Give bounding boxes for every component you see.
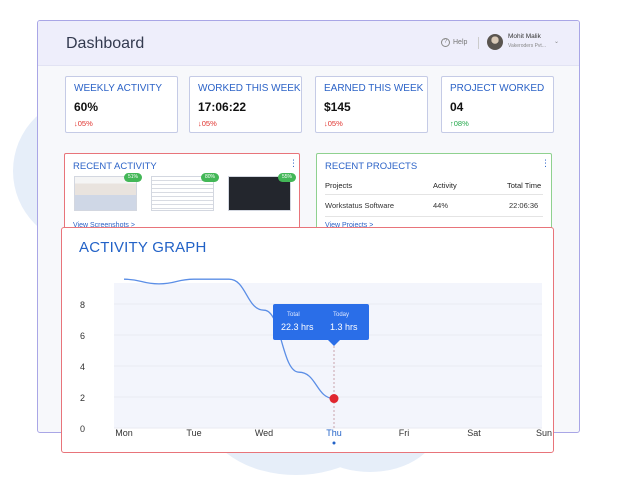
tooltip-total-label: Total [287,312,300,318]
highlight-point-marker [329,394,339,404]
stat-value: 60% [74,100,99,114]
x-tick-label: Thu [326,428,342,438]
tooltip-total-value: 22.3 hrs [281,322,314,332]
stat-delta-value: 08% [453,119,469,128]
table-cell-activity: 44% [433,201,449,210]
stat-delta: ↓05% [198,119,217,128]
stat-card-project-worked: PROJECT WORKED 04 ↑08% [441,76,554,133]
column-header-total-time: Total Time [507,181,542,190]
help-label: Help [453,39,468,46]
stat-label: EARNED THIS WEEK [324,83,424,94]
stat-delta-value: 05% [327,119,343,128]
more-options-icon[interactable]: ⋮ [541,158,550,169]
column-header-projects: Projects [325,181,353,190]
activity-badge: 80% [201,173,219,182]
stat-label: PROJECT WORKED [450,83,545,94]
x-tick-label: Mon [115,428,133,438]
x-tick-label: Tue [186,428,201,438]
x-tick-label: Wed [255,428,273,438]
stat-delta-value: 05% [77,119,93,128]
tooltip-today-label: Today [333,312,349,318]
table-divider [325,216,543,217]
stat-value: 17:06:22 [198,100,247,114]
y-tick-label: 0 [80,424,85,434]
activity-line-chart: 0 2 4 6 8 Mon Tue Wed Thu Fri Sat Sun Total 22.3 hrs T… [80,278,552,445]
panel-title: RECENT PROJECTS [325,161,418,172]
stat-card-worked-this-week: WORKED THIS WEEK 17:06:22 ↓05% [189,76,302,133]
x-tick-label: Sat [467,428,481,438]
stat-value: $145 [324,100,351,114]
stat-delta: ↓05% [74,119,93,128]
stat-delta: ↓05% [324,119,343,128]
stat-card-weekly-activity: WEEKLY ACTIVITY 60% ↓05% [65,76,178,133]
more-options-icon[interactable]: ⋮ [289,158,298,169]
y-tick-label: 6 [80,331,85,341]
table-cell-total-time: 22:06:36 [509,201,539,210]
y-tick-label: 2 [80,393,85,403]
help-icon: ? [441,38,450,47]
table-divider [325,194,543,195]
activity-badge: 55% [278,173,296,182]
page-title: Dashboard [66,35,145,52]
table-cell-project[interactable]: Workstatus Software [325,201,394,210]
stat-value: 04 [450,100,464,114]
activity-badge: 51% [124,173,142,182]
selected-day-dot [332,441,336,445]
x-tick-label: Sun [536,428,552,438]
dashboard-header: Dashboard ? Help Mohit Malik Vakeroders … [38,21,579,66]
y-tick-label: 8 [80,300,85,310]
user-name[interactable]: Mohit Malik [508,33,541,40]
stat-label: WORKED THIS WEEK [198,83,301,94]
user-organization: Vakeroders Pvt... [508,43,546,49]
stat-delta-value: 05% [201,119,217,128]
chevron-down-icon[interactable]: ⌄ [554,38,559,45]
activity-graph-card: ACTIVITY GRAPH 0 2 4 6 8 Mon Tue Wed Thu Fri Sat Su… [61,227,554,453]
stat-card-earned-this-week: EARNED THIS WEEK $145 ↓05% [315,76,428,133]
stat-label: WEEKLY ACTIVITY [74,83,162,94]
tooltip-today-value: 1.3 hrs [330,322,358,332]
header-divider [478,37,479,49]
x-tick-label: Fri [399,428,410,438]
panel-title: RECENT ACTIVITY [73,161,157,172]
help-button[interactable]: ? Help [441,38,467,47]
y-tick-label: 4 [80,362,85,372]
column-header-activity: Activity [433,181,457,190]
stat-delta: ↑08% [450,119,469,128]
avatar[interactable] [487,34,503,50]
